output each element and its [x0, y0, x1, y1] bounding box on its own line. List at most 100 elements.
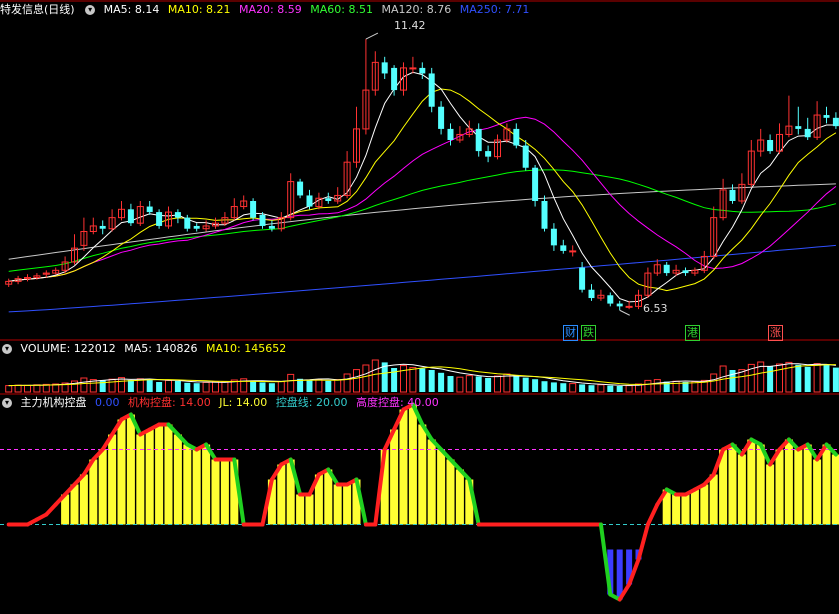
volume-bar	[456, 376, 464, 393]
control-bar	[390, 429, 399, 525]
candle-body	[541, 201, 548, 229]
candle-body	[682, 270, 689, 274]
candle-body	[297, 181, 304, 196]
volume-bar	[503, 373, 511, 393]
volume-bar	[202, 381, 210, 393]
control-bar	[747, 439, 756, 525]
ma10-legend: MA10: 8.21	[167, 3, 231, 16]
finance-tag-icon[interactable]: 财	[563, 325, 578, 341]
control-bar	[79, 474, 88, 525]
jgkp-legend: 机构控盘: 14.00	[128, 396, 211, 409]
control-bar	[446, 459, 455, 525]
candle-body	[259, 214, 266, 226]
volume-ma10-legend: MA10: 145652	[206, 342, 287, 355]
chart-stage: 特发信息(日线) ▾ MA5: 8.14 MA10: 8.21 MA20: 8.…	[0, 0, 839, 614]
control-bar	[220, 459, 229, 525]
zero-legend: 0.00	[95, 396, 120, 409]
volume-bar	[513, 375, 520, 392]
volume-bar	[729, 370, 736, 392]
candle-body	[447, 128, 454, 140]
volume-bar	[334, 379, 342, 393]
volume-bar	[616, 386, 623, 392]
volume-bar	[268, 383, 275, 392]
volume-bar	[146, 379, 153, 392]
candle-body	[616, 303, 623, 307]
volume-bar	[371, 359, 379, 393]
control-bar	[155, 424, 164, 525]
candle-body	[485, 151, 492, 157]
control-bar	[173, 434, 182, 525]
volume-bar	[118, 377, 125, 393]
candle-body	[99, 225, 106, 229]
control-bar	[737, 454, 746, 525]
volume-bar	[193, 383, 200, 392]
volume-bar	[475, 376, 482, 392]
volume-bar	[343, 373, 351, 393]
control-bar	[145, 429, 154, 525]
volume-bar	[597, 384, 605, 393]
volume-bar	[832, 367, 839, 392]
candle-body	[532, 167, 539, 201]
control-bar	[399, 409, 408, 525]
collapse-icon[interactable]: ▾	[2, 344, 12, 354]
volume-bar	[522, 377, 529, 392]
control-bar	[164, 424, 173, 525]
candle-body	[391, 67, 398, 91]
volume-bar	[550, 382, 557, 392]
control-line-segment	[645, 502, 660, 527]
control-bar	[192, 449, 201, 525]
volume-bar	[80, 377, 88, 393]
volume-legend: VOLUME: 122012	[20, 342, 116, 355]
volume-bar	[804, 366, 811, 392]
volume-bar	[212, 381, 219, 393]
volume-bar	[465, 375, 473, 393]
ma60-legend: MA60: 8.51	[310, 3, 373, 16]
control-bar	[89, 459, 98, 525]
volume-bar	[494, 375, 501, 393]
price-panel-header: 特发信息(日线) ▾ MA5: 8.14 MA10: 8.21 MA20: 8.…	[0, 2, 534, 18]
indicator-title: 主力机构控盘	[20, 396, 87, 409]
control-bar	[183, 444, 192, 525]
control-bar	[305, 494, 314, 525]
control-bar	[822, 444, 831, 525]
control-bar	[427, 439, 436, 525]
rise-tag-icon[interactable]: 涨	[768, 325, 783, 341]
volume-ma5-legend: MA5: 140826	[124, 342, 198, 355]
candle-body	[663, 264, 670, 274]
candle-body	[306, 195, 313, 207]
volume-bar	[485, 378, 492, 392]
candle-body	[804, 128, 811, 138]
volume-bar	[785, 361, 793, 393]
stock-title: 特发信息(日线)	[0, 3, 75, 16]
volume-bar	[644, 379, 652, 393]
collapse-icon[interactable]: ▾	[2, 398, 12, 408]
volume-bar	[5, 385, 13, 393]
candle-body	[325, 198, 332, 201]
candle-body	[174, 212, 181, 218]
volume-bar	[174, 381, 181, 392]
candle-body	[409, 67, 417, 70]
volume-bar	[579, 384, 586, 392]
candle-body	[127, 209, 134, 224]
collapse-icon[interactable]: ▾	[85, 5, 96, 15]
control-bar	[117, 419, 126, 525]
candle-body	[823, 115, 830, 118]
control-bar	[784, 439, 793, 525]
candle-body	[729, 189, 736, 201]
control-bar	[766, 464, 775, 525]
volume-bar	[795, 364, 802, 392]
hk-connect-tag-icon[interactable]: 港	[685, 325, 700, 341]
volume-bar	[184, 382, 191, 392]
candle-body	[146, 206, 153, 213]
control-line-segment	[636, 522, 650, 562]
candle-body	[268, 225, 275, 229]
volume-bar	[156, 382, 163, 392]
ma5-line	[8, 71, 836, 303]
control-bar	[437, 449, 446, 525]
indicator-panel-header: ▾ 主力机构控盘 0.00 机构控盘: 14.00 JL: 14.00 控盘线:…	[0, 395, 444, 411]
control-bar	[756, 444, 765, 525]
candle-body	[475, 128, 482, 152]
ma20-legend: MA20: 8.59	[239, 3, 302, 16]
control-bar	[775, 449, 784, 525]
fall-tag-icon[interactable]: 跌	[581, 325, 596, 341]
